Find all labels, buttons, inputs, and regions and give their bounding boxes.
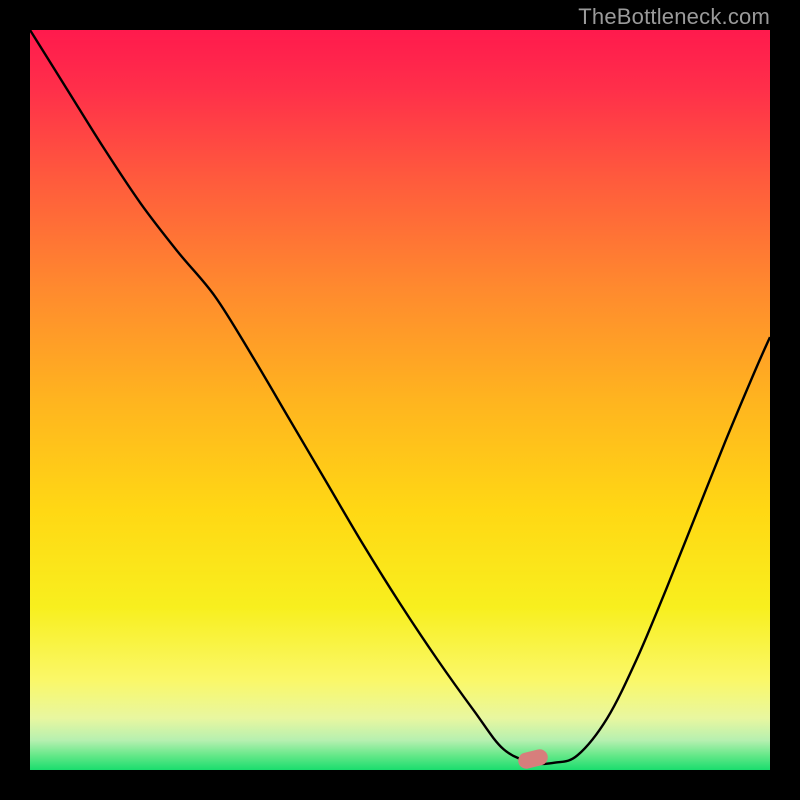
bottleneck-curve xyxy=(30,30,770,764)
plot-area xyxy=(30,30,770,770)
chart-frame: TheBottleneck.com xyxy=(0,0,800,800)
curve-svg xyxy=(30,30,770,770)
watermark-text: TheBottleneck.com xyxy=(578,4,770,30)
